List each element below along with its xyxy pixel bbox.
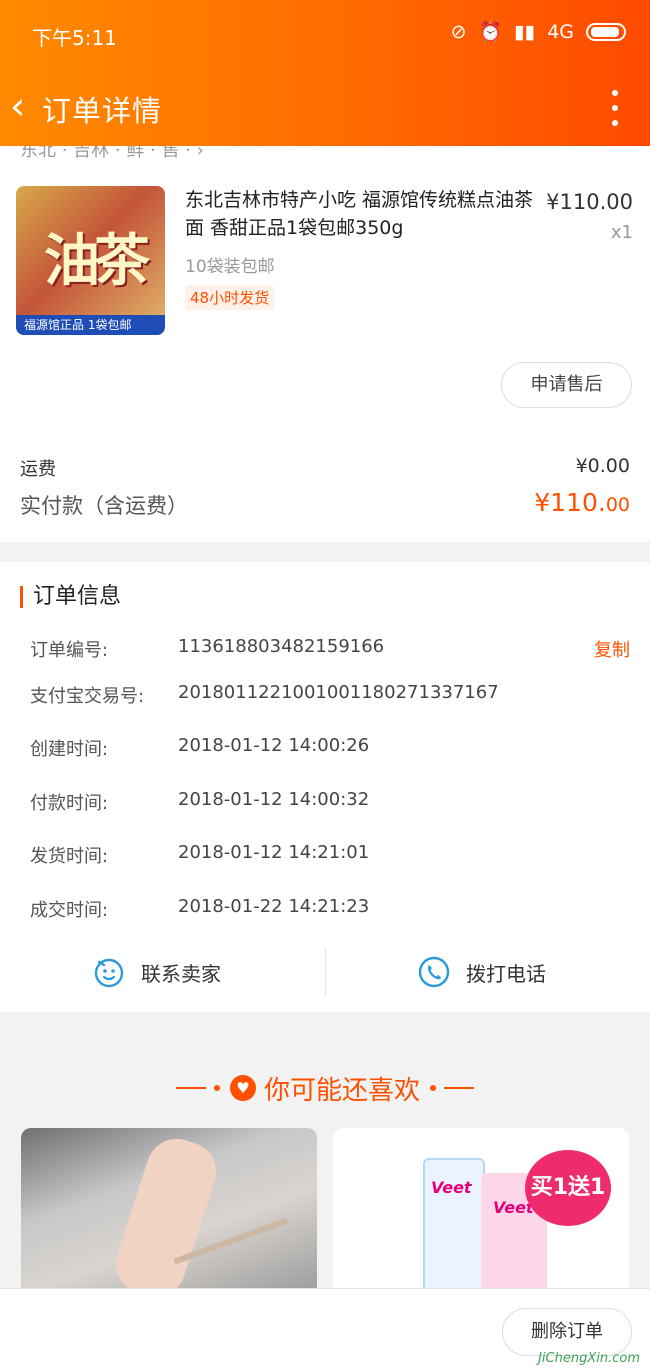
recommend-heading: ♥ 你可能还喜欢 <box>0 1066 650 1110</box>
call-phone-button[interactable]: 拨打电话 <box>418 946 546 998</box>
mute-icon: ⊘ <box>450 20 467 43</box>
recommend-item-shoes[interactable] <box>21 1128 317 1298</box>
status-icons: ⊘ ⏰ ▮▮ 4G <box>451 20 626 43</box>
paid-amount-label: 实付款（含运费） <box>20 494 188 518</box>
product-image[interactable]: 油茶 福源馆正品 1袋包邮 <box>16 186 165 335</box>
back-arrow-icon[interactable]: ‹ <box>10 86 40 130</box>
signal-icon: ▮▮ <box>514 20 536 43</box>
info-row-shipped-time: 发货时间: 2018-01-12 14:21:01 <box>30 842 630 872</box>
contact-seller-label: 联系卖家 <box>141 961 221 986</box>
heading-line-left <box>175 1087 206 1089</box>
status-time: 下午5:11 <box>32 26 117 50</box>
contact-seller-button[interactable]: 联系卖家 <box>93 946 221 998</box>
bottom-bar: 删除订单 JiChengXin.com <box>0 1288 650 1372</box>
info-row-value: 2018-01-12 14:00:26 <box>178 735 370 756</box>
chat-face-icon <box>94 958 124 988</box>
heading-dot-left <box>213 1085 220 1091</box>
action-divider <box>325 948 326 996</box>
info-row-created-time: 创建时间: 2018-01-12 14:00:26 <box>30 735 630 765</box>
info-row-value: 2018011221001001180271337167 <box>178 682 499 703</box>
info-row-label: 创建时间: <box>30 739 109 760</box>
paid-amount-major: ¥110. <box>534 488 606 517</box>
network-label: 4G <box>547 20 574 43</box>
delete-order-button[interactable]: 删除订单 <box>502 1308 632 1356</box>
after-sale-button[interactable]: 申请售后 <box>501 362 632 408</box>
battery-icon <box>586 22 626 41</box>
heart-icon: ♥ <box>229 1075 256 1101</box>
brand-logo-1: Veet <box>431 1178 472 1197</box>
shoes-photo-leg <box>107 1131 225 1298</box>
info-row-paid-time: 付款时间: 2018-01-12 14:00:32 <box>30 789 630 819</box>
navbar: ‹ 订单详情 <box>0 78 650 138</box>
phone-icon <box>418 956 450 988</box>
info-row-value: 2018-01-12 14:00:32 <box>178 789 370 810</box>
paid-amount-value: ¥110.00 <box>534 488 630 517</box>
info-row-alipay-number: 支付宝交易号: 2018011221001001180271337167 <box>30 682 630 712</box>
heading-dot-right <box>430 1085 436 1091</box>
info-row-value: 113618803482159166 <box>178 636 385 657</box>
shipping-fee-value: ¥0.00 <box>575 455 630 477</box>
app-header: 下午5:11 ⊘ ⏰ ▮▮ 4G ‹ 订单详情 <box>0 0 650 146</box>
watermark: JiChengXin.com <box>538 1351 640 1366</box>
product-image-text: 油茶 <box>44 229 150 294</box>
shipping-fee-label: 运费 <box>20 459 56 480</box>
more-options-icon[interactable] <box>610 90 620 126</box>
info-row-label: 发货时间: <box>30 846 109 867</box>
product-image-band: 福源馆正品 1袋包邮 <box>16 315 165 335</box>
info-row-label: 付款时间: <box>30 793 109 814</box>
info-row-label: 订单编号: <box>30 640 109 661</box>
promo-badge: 买1送1 <box>525 1150 611 1226</box>
product-title[interactable]: 东北吉林市特产小吃 福源馆传统糕点油茶面 香甜正品1袋包邮350g <box>185 186 535 242</box>
product-price: ¥110.00 <box>546 190 633 214</box>
recommend-heading-text: 你可能还喜欢 <box>263 1075 420 1106</box>
product-quantity: x1 <box>610 222 633 243</box>
shipping-tag: 48小时发货 <box>185 285 275 310</box>
info-row-completed-time: 成交时间: 2018-01-22 14:21:23 <box>30 896 630 926</box>
product-card: 东北 · 吉林 · 鲜 · 售 · › 油茶 福源馆正品 1袋包邮 东北吉林市特… <box>0 140 650 542</box>
call-phone-label: 拨打电话 <box>466 961 546 986</box>
info-row-value: 2018-01-22 14:21:23 <box>178 896 370 917</box>
order-info-heading: 订单信息 <box>20 586 121 608</box>
recommend-item-veet[interactable]: Veet Veet 买1送1 <box>333 1128 629 1298</box>
order-info-card: 订单信息 复制 订单编号: 113618803482159166 支付宝交易号:… <box>0 562 650 1012</box>
info-row-label: 支付宝交易号: <box>30 686 145 707</box>
status-bar: 下午5:11 ⊘ ⏰ ▮▮ 4G <box>0 0 650 70</box>
info-row-label: 成交时间: <box>30 900 109 921</box>
product-sku: 10袋装包邮 <box>185 257 275 277</box>
info-row-order-number: 订单编号: 113618803482159166 <box>30 636 630 666</box>
paid-amount-minor: 00 <box>605 494 630 516</box>
alarm-icon: ⏰ <box>478 21 503 43</box>
info-row-value: 2018-01-12 14:21:01 <box>178 842 370 863</box>
heading-line-right <box>444 1087 474 1089</box>
page-title: 订单详情 <box>42 94 163 128</box>
